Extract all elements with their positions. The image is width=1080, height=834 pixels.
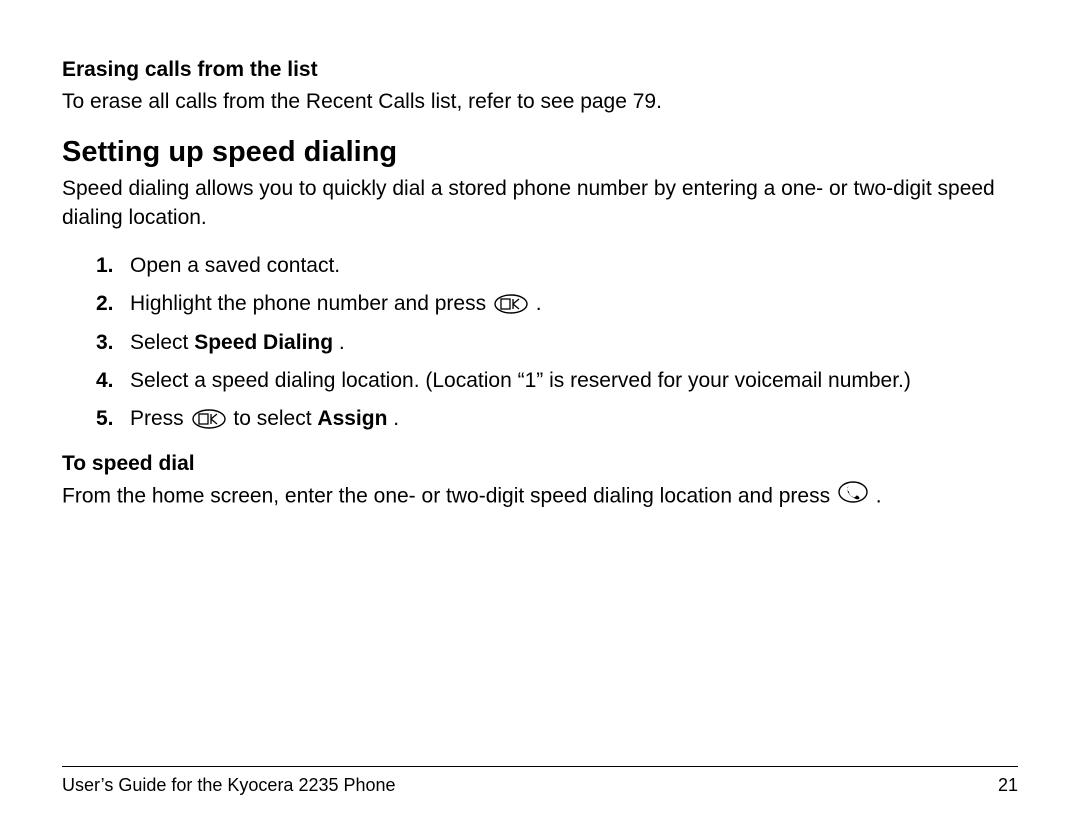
intro-speed-dialing: Speed dialing allows you to quickly dial…: [62, 175, 1018, 232]
footer-divider: [62, 766, 1018, 767]
step-4: 4. Select a speed dialing location. (Loc…: [96, 367, 1018, 395]
step-5: 5. Press to select Assign .: [96, 405, 1018, 433]
footer-left: User’s Guide for the Kyocera 2235 Phone: [62, 775, 396, 796]
body-text-post: .: [876, 484, 882, 507]
step-1: 1. Open a saved contact.: [96, 252, 1018, 280]
step-text-pre: Press: [130, 407, 190, 430]
page-footer: User’s Guide for the Kyocera 2235 Phone …: [62, 766, 1018, 796]
step-number: 2.: [96, 290, 114, 318]
phone-icon: [838, 481, 868, 511]
step-text-pre: Select: [130, 331, 194, 354]
body-erasing: To erase all calls from the Recent Calls…: [62, 88, 1018, 116]
step-text-mid: to select: [233, 407, 317, 430]
step-number: 3.: [96, 329, 114, 357]
body-to-speed-dial: From the home screen, enter the one- or …: [62, 482, 1018, 512]
body-text-pre: From the home screen, enter the one- or …: [62, 484, 836, 507]
step-text: Open a saved contact.: [130, 254, 340, 277]
step-text-post: .: [393, 407, 399, 430]
step-text-bold: Assign: [317, 407, 387, 430]
ok-icon: [192, 409, 226, 429]
step-text: Select a speed dialing location. (Locati…: [130, 369, 911, 392]
step-text-post: .: [536, 292, 542, 315]
step-number: 4.: [96, 367, 114, 395]
step-number: 5.: [96, 405, 114, 433]
step-2: 2. Highlight the phone number and press …: [96, 290, 1018, 318]
step-text-pre: Highlight the phone number and press: [130, 292, 492, 315]
step-3: 3. Select Speed Dialing .: [96, 329, 1018, 357]
subheading-erasing: Erasing calls from the list: [62, 58, 1018, 82]
ok-icon: [494, 294, 528, 314]
subheading-to-speed-dial: To speed dial: [62, 452, 1018, 476]
steps-list: 1. Open a saved contact. 2. Highlight th…: [96, 252, 1018, 434]
step-number: 1.: [96, 252, 114, 280]
page-content: Erasing calls from the list To erase all…: [62, 58, 1018, 512]
footer-page-number: 21: [998, 775, 1018, 796]
step-text-post: .: [339, 331, 345, 354]
step-text-bold: Speed Dialing: [194, 331, 333, 354]
heading-speed-dialing: Setting up speed dialing: [62, 136, 1018, 169]
